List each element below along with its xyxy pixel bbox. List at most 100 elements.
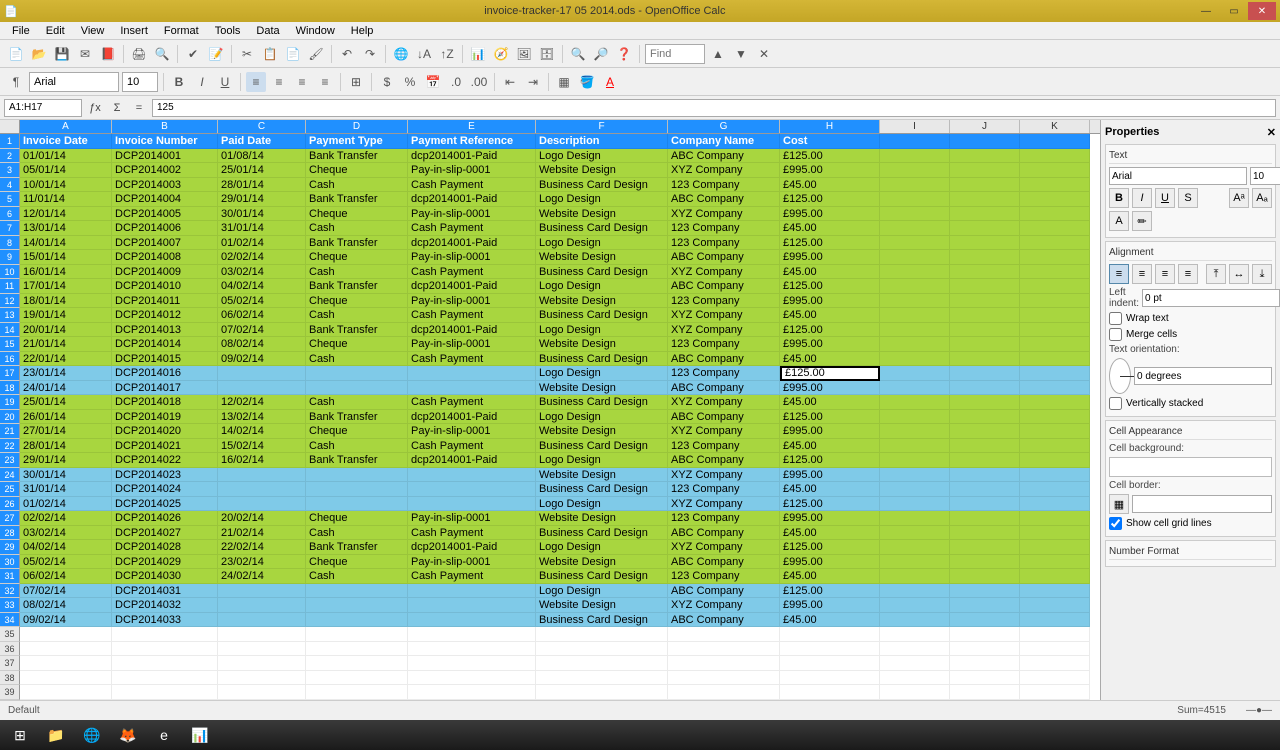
row-header[interactable]: 6 <box>0 207 20 222</box>
cell[interactable]: Cash Payment <box>408 308 536 323</box>
sort-asc-icon[interactable]: ↓A <box>414 44 434 64</box>
cell[interactable]: 25/01/14 <box>218 163 306 178</box>
menu-window[interactable]: Window <box>288 25 343 37</box>
cell[interactable]: XYZ Company <box>668 468 780 483</box>
cell[interactable] <box>1020 700 1090 701</box>
cell[interactable]: 01/01/14 <box>20 149 112 164</box>
cell[interactable]: DCP2014003 <box>112 178 218 193</box>
cell[interactable] <box>306 468 408 483</box>
cell[interactable] <box>218 627 306 642</box>
cell[interactable]: Website Design <box>536 250 668 265</box>
row-header[interactable]: 17 <box>0 366 20 381</box>
cell[interactable]: 03/02/14 <box>218 265 306 280</box>
cell[interactable]: 06/02/14 <box>218 308 306 323</box>
cell[interactable]: dcp2014001-Paid <box>408 236 536 251</box>
cell[interactable]: 07/02/14 <box>218 323 306 338</box>
cell[interactable] <box>880 250 950 265</box>
cell[interactable] <box>1020 381 1090 396</box>
cell[interactable] <box>408 468 536 483</box>
cell[interactable]: DCP2014008 <box>112 250 218 265</box>
cell[interactable]: 02/02/14 <box>20 511 112 526</box>
cell[interactable]: Business Card Design <box>536 308 668 323</box>
cell[interactable] <box>880 395 950 410</box>
cell[interactable]: DCP2014014 <box>112 337 218 352</box>
cell[interactable]: £45.00 <box>780 178 880 193</box>
indent-input[interactable] <box>1142 289 1280 307</box>
cell[interactable] <box>1020 540 1090 555</box>
cell[interactable] <box>950 294 1020 309</box>
cell[interactable]: Business Card Design <box>536 221 668 236</box>
cell[interactable]: 11/01/14 <box>20 192 112 207</box>
cell[interactable]: ABC Company <box>668 279 780 294</box>
row-header[interactable]: 40 <box>0 700 20 701</box>
row-header[interactable]: 3 <box>0 163 20 178</box>
cell[interactable] <box>780 685 880 700</box>
cell[interactable] <box>306 627 408 642</box>
cell[interactable] <box>306 497 408 512</box>
cell[interactable] <box>950 642 1020 657</box>
cell[interactable] <box>880 163 950 178</box>
cell[interactable]: £125.00 <box>780 584 880 599</box>
cell[interactable]: 04/02/14 <box>218 279 306 294</box>
col-header-F[interactable]: F <box>536 120 668 133</box>
cell[interactable]: dcp2014001-Paid <box>408 540 536 555</box>
cell[interactable] <box>880 511 950 526</box>
preview-icon[interactable]: 🔍 <box>152 44 172 64</box>
cell[interactable]: 31/01/14 <box>218 221 306 236</box>
cell[interactable]: Business Card Design <box>536 613 668 628</box>
cell[interactable]: DCP2014015 <box>112 352 218 367</box>
find-close-icon[interactable]: ✕ <box>754 44 774 64</box>
cell[interactable]: £995.00 <box>780 294 880 309</box>
row-header[interactable]: 35 <box>0 627 20 642</box>
cell[interactable]: ABC Company <box>668 613 780 628</box>
cell[interactable] <box>1020 627 1090 642</box>
cell[interactable]: ABC Company <box>668 584 780 599</box>
cell[interactable] <box>536 642 668 657</box>
cell[interactable]: 05/02/14 <box>218 294 306 309</box>
cell[interactable]: Pay-in-slip-0001 <box>408 511 536 526</box>
cell[interactable] <box>950 685 1020 700</box>
row-header[interactable]: 1 <box>0 134 20 149</box>
degrees-input[interactable] <box>1134 367 1272 385</box>
cell[interactable]: Website Design <box>536 468 668 483</box>
indent-more-icon[interactable]: ⇥ <box>523 72 543 92</box>
cell[interactable]: £995.00 <box>780 250 880 265</box>
cell[interactable] <box>880 540 950 555</box>
align-justify-icon[interactable]: ≡ <box>315 72 335 92</box>
sum-icon[interactable]: Σ <box>108 99 126 117</box>
cell[interactable] <box>218 497 306 512</box>
cell[interactable] <box>950 163 1020 178</box>
cell[interactable]: ABC Company <box>668 192 780 207</box>
cell[interactable]: Bank Transfer <box>306 279 408 294</box>
cell[interactable] <box>408 656 536 671</box>
row-header[interactable]: 37 <box>0 656 20 671</box>
menu-view[interactable]: View <box>73 25 113 37</box>
cell[interactable]: DCP2014004 <box>112 192 218 207</box>
cell[interactable] <box>668 627 780 642</box>
cell[interactable]: XYZ Company <box>668 207 780 222</box>
cell[interactable] <box>880 555 950 570</box>
cell[interactable] <box>880 569 950 584</box>
cell[interactable] <box>1020 366 1090 381</box>
row-header[interactable]: 24 <box>0 468 20 483</box>
cell[interactable]: dcp2014001-Paid <box>408 192 536 207</box>
cell[interactable] <box>950 511 1020 526</box>
cell[interactable] <box>950 627 1020 642</box>
sb-strike-icon[interactable]: S <box>1178 188 1198 208</box>
cell[interactable]: dcp2014001-Paid <box>408 453 536 468</box>
row-header[interactable]: 7 <box>0 221 20 236</box>
cell[interactable]: Website Design <box>536 511 668 526</box>
cell[interactable] <box>950 149 1020 164</box>
zoom-icon[interactable]: 🔎 <box>591 44 611 64</box>
row-header[interactable]: 26 <box>0 497 20 512</box>
cell[interactable] <box>20 671 112 686</box>
cell[interactable]: £45.00 <box>780 308 880 323</box>
cell[interactable]: Cash Payment <box>408 221 536 236</box>
find-prev-icon[interactable]: ▲ <box>708 44 728 64</box>
styles-icon[interactable]: ¶ <box>6 72 26 92</box>
print-icon[interactable]: 🖨 <box>129 44 149 64</box>
cell[interactable]: XYZ Company <box>668 265 780 280</box>
cell[interactable]: 22/01/14 <box>20 352 112 367</box>
cell[interactable]: XYZ Company <box>668 323 780 338</box>
sb-align-center-icon[interactable]: ≡ <box>1132 264 1152 284</box>
